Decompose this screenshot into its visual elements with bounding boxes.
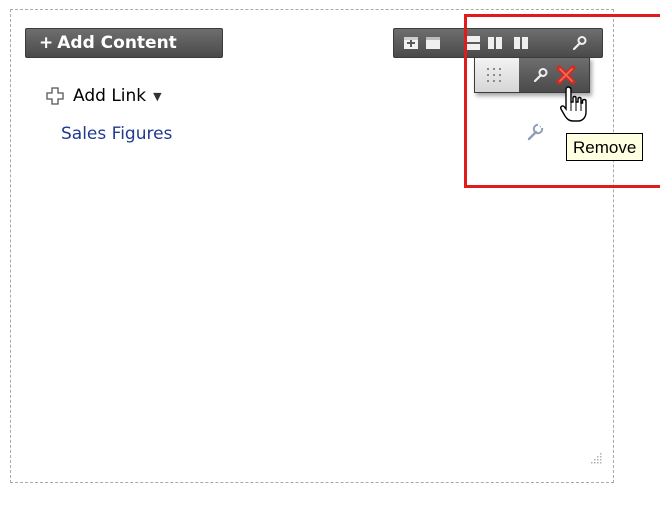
remove-tooltip: Remove — [566, 133, 644, 161]
chevron-down-icon: ▼ — [153, 89, 162, 103]
sales-figures-link[interactable]: Sales Figures — [61, 124, 172, 144]
add-content-label: Add Content — [57, 33, 177, 53]
highlight-frame — [464, 14, 660, 188]
plus-icon: + — [39, 33, 54, 53]
add-link-menu[interactable]: Add Link ▼ — [45, 86, 162, 106]
add-box-icon[interactable] — [402, 34, 420, 52]
plus-outline-icon — [46, 87, 64, 105]
resize-handle-icon[interactable] — [589, 451, 603, 465]
add-content-button[interactable]: + Add Content — [25, 28, 223, 58]
add-link-label: Add Link — [73, 86, 147, 106]
layout-one-column-icon[interactable] — [424, 34, 442, 52]
